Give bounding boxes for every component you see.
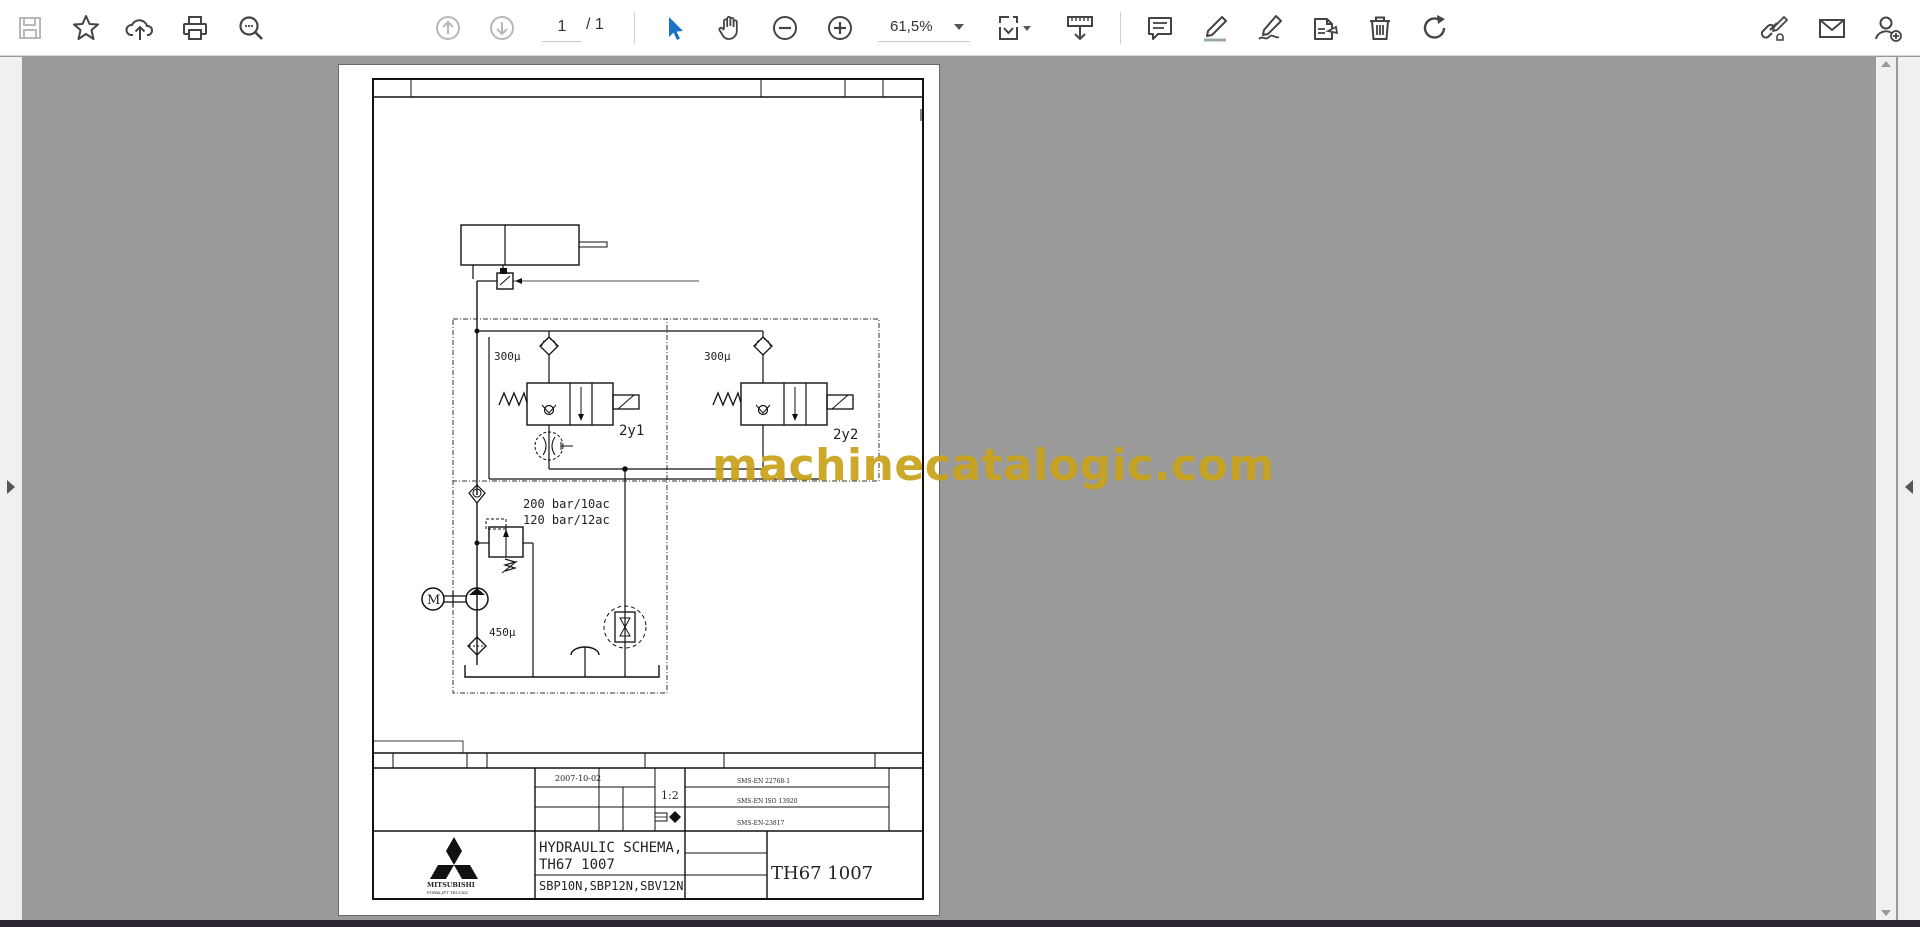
share-user-icon <box>1875 16 1902 42</box>
scroll-up-icon <box>1881 61 1891 67</box>
zoom-out-icon <box>773 16 797 40</box>
comment-icon <box>1148 17 1172 40</box>
find-button[interactable] <box>231 8 271 48</box>
right-panel-toggle[interactable] <box>1898 57 1920 920</box>
drawing-number: TH67 1007 <box>771 863 873 884</box>
bookmark-star-icon <box>73 15 99 40</box>
print-icon <box>183 16 207 40</box>
share-button[interactable] <box>1868 8 1908 48</box>
previous-page-button[interactable] <box>428 8 468 48</box>
standard-ref-2: SMS-EN ISO 13920 <box>737 798 798 805</box>
scroll-mode-icon <box>1067 16 1093 41</box>
drawing-title-line1: HYDRAULIC SCHEMA, <box>539 840 682 856</box>
zoom-out-button[interactable] <box>765 8 805 48</box>
page-total-label: / 1 <box>586 16 604 33</box>
expand-right-panel-icon <box>1905 480 1913 494</box>
motor-label: M <box>427 593 440 608</box>
hand-tool-button[interactable] <box>710 8 750 48</box>
next-page-button[interactable] <box>482 8 522 48</box>
page-up-icon <box>436 16 460 40</box>
solenoid-left-label: 2y1 <box>619 423 644 439</box>
stamp-button[interactable] <box>1305 8 1345 48</box>
email-button[interactable] <box>1812 8 1852 48</box>
draw-button[interactable] <box>1250 8 1290 48</box>
pressure-setting-2: 120 bar/12ac <box>523 513 610 527</box>
rotate-icon <box>1423 15 1446 39</box>
company-subtitle: FORKLIFT TRUCKS <box>427 890 468 895</box>
drawing-title-line2: TH67 1007 <box>539 857 615 873</box>
toolbar-divider <box>634 12 635 44</box>
projection-symbol-icon <box>654 811 681 823</box>
hand-pan-icon <box>718 16 738 40</box>
company-name: MITSUBISHI <box>427 881 475 889</box>
standard-ref-3: SMS-EN-23817 <box>737 820 785 827</box>
page-fit-icon <box>999 16 1031 40</box>
drawing-models: SBP10N,SBP12N,SBV12N <box>539 879 684 893</box>
page-fit-button[interactable] <box>990 8 1040 48</box>
expand-left-panel-icon <box>7 480 15 494</box>
rotate-button[interactable] <box>1415 8 1455 48</box>
scroll-down-icon <box>1881 910 1891 916</box>
zoom-in-icon <box>828 16 852 40</box>
scroll-mode-button[interactable] <box>1060 8 1100 48</box>
print-button[interactable] <box>175 8 215 48</box>
zoom-level-value: 61,5% <box>890 18 933 35</box>
delete-button[interactable] <box>1360 8 1400 48</box>
chevron-down-icon <box>954 24 964 30</box>
taskbar-strip <box>0 920 1920 927</box>
hydraulic-drawing: 300µ 300µ 2y1 2y2 200 bar/10ac 120 bar/1… <box>372 78 924 900</box>
draw-pen-icon <box>1258 15 1282 40</box>
watermark-text: machinecatalogic.com <box>712 440 1275 491</box>
standard-ref-1: SMS-EN 22768-1 <box>737 778 790 785</box>
page-number-input[interactable] <box>542 12 582 42</box>
select-cursor-icon <box>669 17 683 40</box>
filter-left-label: 300µ <box>494 350 521 363</box>
comment-button[interactable] <box>1140 8 1180 48</box>
left-panel-toggle[interactable] <box>0 57 22 920</box>
main-toolbar: / 1 61,5% <box>0 0 1920 56</box>
edit-link-button[interactable] <box>1755 8 1795 48</box>
select-tool-button[interactable] <box>655 8 695 48</box>
save-icon <box>19 17 41 39</box>
drawing-scale: 1:2 <box>661 789 679 802</box>
highlight-button[interactable] <box>1195 8 1235 48</box>
drawing-date: 2007-10-02 <box>555 774 601 783</box>
edit-link-icon <box>1760 16 1788 41</box>
save-button[interactable] <box>10 8 50 48</box>
trash-icon <box>1370 16 1390 40</box>
page-down-icon <box>490 16 514 40</box>
toolbar-divider <box>1120 12 1121 44</box>
zoom-in-button[interactable] <box>820 8 860 48</box>
upload-button[interactable] <box>120 8 160 48</box>
pressure-setting-1: 200 bar/10ac <box>523 497 610 511</box>
bookmark-button[interactable] <box>66 8 106 48</box>
highlight-pen-icon <box>1204 16 1227 42</box>
stamp-icon <box>1314 18 1339 40</box>
vertical-scrollbar[interactable] <box>1876 57 1896 920</box>
zoom-level-dropdown[interactable]: 61,5% <box>878 12 970 42</box>
mail-icon <box>1819 19 1845 38</box>
mitsubishi-logo <box>430 837 478 879</box>
suction-filter-label: 450µ <box>489 626 516 639</box>
upload-cloud-icon <box>125 19 154 40</box>
filter-right-label: 300µ <box>704 350 731 363</box>
zoom-search-icon <box>239 16 263 40</box>
